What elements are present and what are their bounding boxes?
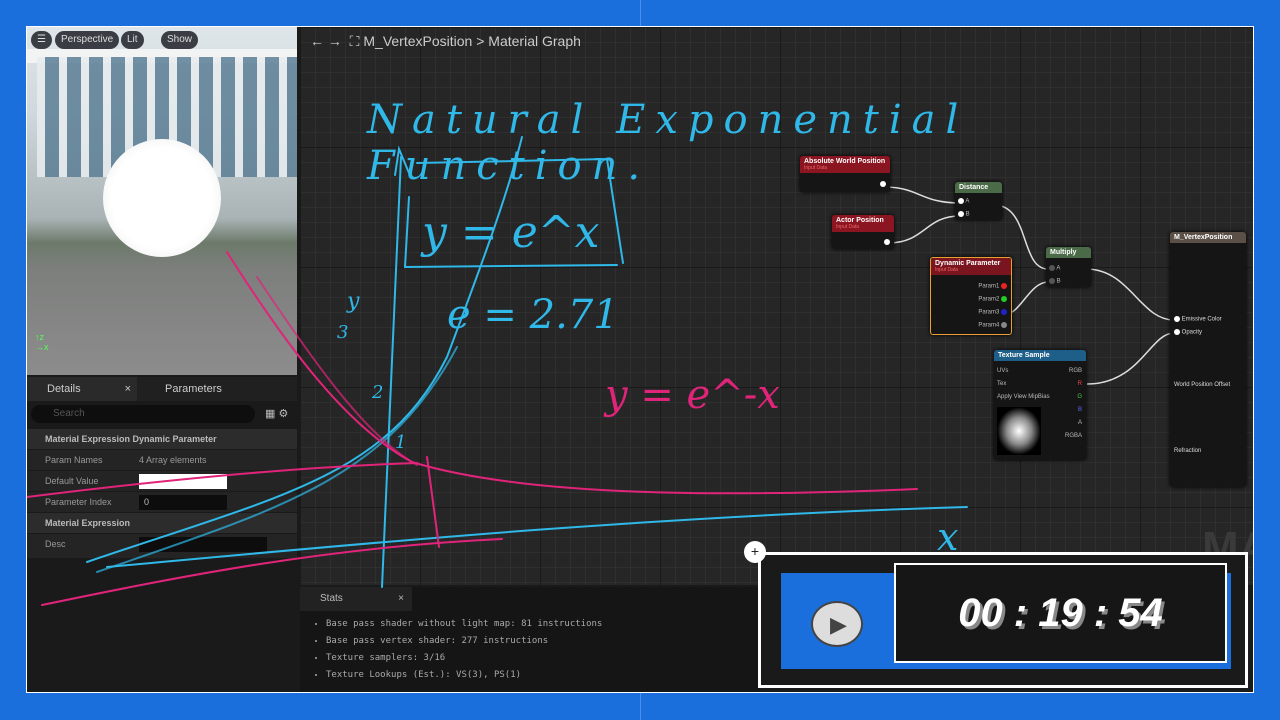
add-icon[interactable]: + xyxy=(744,541,766,563)
annotation-eq1: y = e^x xyxy=(422,207,600,258)
annotation-axis-y: y xyxy=(347,289,360,314)
annotation-eq3: y = e^-x xyxy=(605,372,780,418)
annotation-eq2: e = 2.71 xyxy=(447,292,619,338)
annotation-tick: 3 xyxy=(337,322,349,343)
play-icon: ▶ xyxy=(830,612,847,637)
annotation-title: Natural Exponential Function. xyxy=(367,97,969,189)
timer-display: 00 : 19 : 54 xyxy=(894,563,1227,663)
annotation-tick: 2 xyxy=(372,382,384,403)
timer-widget: ▶ 00 : 19 : 54 xyxy=(758,552,1248,688)
play-button[interactable]: ▶ xyxy=(811,601,863,647)
annotation-tick: 1 xyxy=(395,432,407,453)
